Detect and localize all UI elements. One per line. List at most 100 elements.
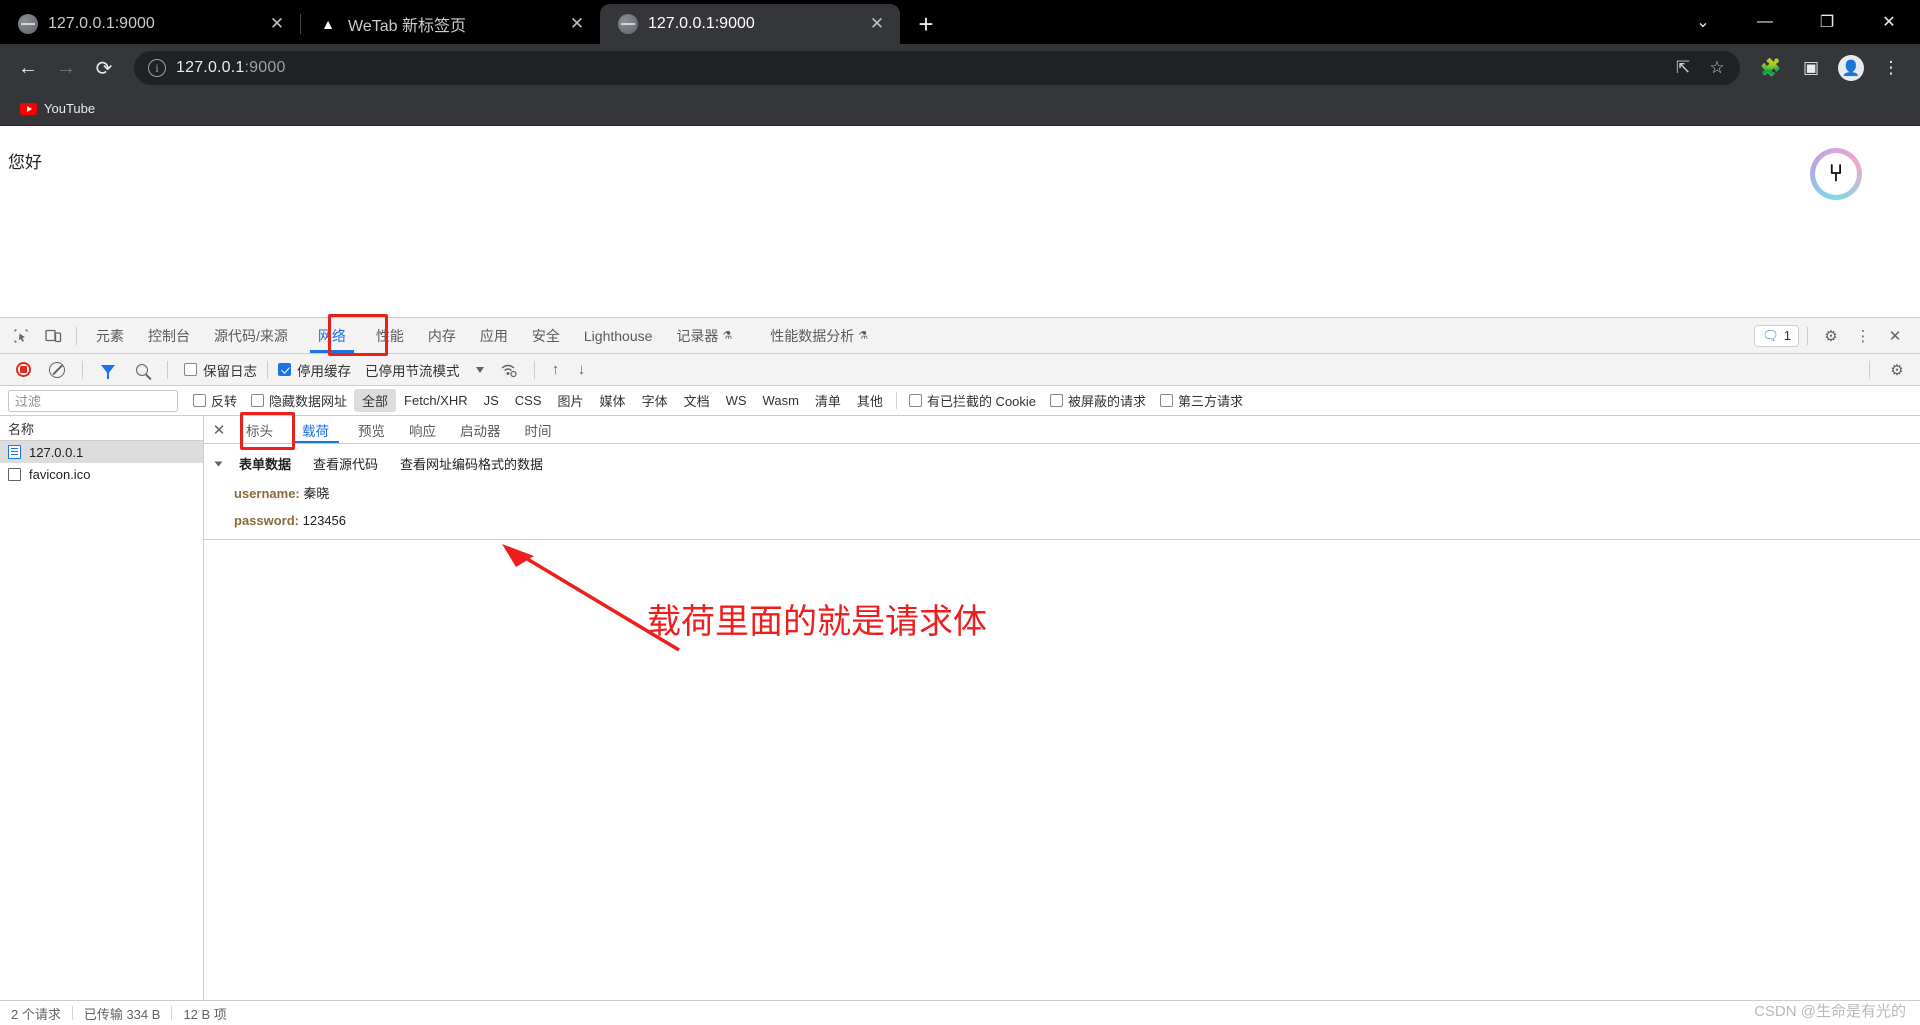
invert-checkbox[interactable]: 反转	[186, 391, 244, 410]
floating-widget-button[interactable]: ⑂	[1810, 148, 1862, 200]
detail-tab-timing[interactable]: 时间	[513, 416, 564, 443]
close-detail-icon[interactable]: ✕	[204, 416, 234, 443]
bookmark-star-icon[interactable]: ☆	[1702, 53, 1732, 83]
filter-button[interactable]	[93, 355, 123, 385]
detail-tab-preview[interactable]: 预览	[346, 416, 397, 443]
field-key: username:	[234, 486, 300, 501]
throttling-dropdown[interactable]: 已停用节流模式	[365, 360, 484, 380]
device-toolbar-icon[interactable]	[38, 321, 68, 351]
devtools-message-badge[interactable]: 🗨 1	[1754, 324, 1799, 347]
devtools-tab-lighthouse[interactable]: Lighthouse	[573, 319, 664, 353]
filter-type-other[interactable]: 其他	[849, 389, 891, 412]
close-devtools-icon[interactable]: ✕	[1880, 321, 1910, 351]
profile-avatar[interactable]: 👤	[1832, 49, 1870, 87]
filter-type-img[interactable]: 图片	[550, 389, 592, 412]
forward-icon[interactable]: →	[48, 50, 84, 86]
more-options-icon[interactable]: ⋮	[1848, 321, 1878, 351]
close-window-icon[interactable]: ✕	[1858, 0, 1920, 44]
tab-close-icon[interactable]: ✕	[266, 13, 288, 35]
hide-data-urls-checkbox[interactable]: 隐藏数据网址	[244, 391, 354, 410]
devtools-tab-elements[interactable]: 元素	[85, 319, 135, 353]
devtools-tab-recorder[interactable]: 记录器 ⚗	[665, 319, 743, 353]
share-icon[interactable]: ⇱	[1668, 53, 1698, 83]
view-source-link[interactable]: 查看源代码	[313, 454, 378, 473]
browser-tab-1[interactable]: 127.0.0.1:9000 ✕	[0, 4, 300, 44]
filter-type-css[interactable]: CSS	[507, 391, 550, 410]
filter-type-wasm[interactable]: Wasm	[755, 391, 807, 410]
minimize-icon[interactable]: —	[1734, 0, 1796, 44]
tab-close-icon[interactable]: ✕	[866, 13, 888, 35]
tab-title: 127.0.0.1:9000	[648, 15, 755, 32]
maximize-icon[interactable]: ❐	[1796, 0, 1858, 44]
export-har-icon[interactable]: ↓	[571, 361, 593, 378]
inspect-element-icon[interactable]	[6, 321, 36, 351]
filter-type-doc[interactable]: 文档	[676, 389, 718, 412]
view-url-encoded-link[interactable]: 查看网址编码格式的数据	[400, 454, 543, 473]
devtools-tab-performance[interactable]: 性能	[365, 319, 415, 353]
preserve-log-checkbox[interactable]: 保留日志	[178, 360, 257, 380]
reload-icon[interactable]: ⟳	[86, 50, 122, 86]
checkbox-box	[184, 363, 197, 376]
detail-tab-payload[interactable]: 载荷	[290, 416, 341, 443]
blocked-cookies-checkbox[interactable]: 有已拦截的 Cookie	[902, 391, 1043, 410]
devtools-tab-network[interactable]: 网络	[307, 319, 357, 353]
blocked-cookies-label: 有已拦截的 Cookie	[926, 394, 1037, 409]
request-detail-tabs: ✕ 标头 载荷 预览 响应 启动器 时间	[204, 412, 1920, 450]
request-list-header: 名称	[0, 416, 203, 441]
disable-cache-checkbox[interactable]: 停用缓存	[278, 360, 351, 380]
form-data-section-header: 表单数据 查看源代码 查看网址编码格式的数据	[204, 454, 1920, 473]
tab-strip: 127.0.0.1:9000 ✕ ▲ WeTab 新标签页 ✕ 127.0.0.…	[0, 0, 1920, 44]
request-count: 2 个请求	[11, 1006, 61, 1022]
filter-type-font[interactable]: 字体	[634, 389, 676, 412]
filter-type-ws[interactable]: WS	[718, 391, 755, 410]
filter-type-all[interactable]: 全部	[354, 389, 397, 412]
browser-tab-2[interactable]: ▲ WeTab 新标签页 ✕	[300, 4, 600, 44]
network-conditions-icon[interactable]	[494, 355, 524, 385]
third-party-checkbox[interactable]: 第三方请求	[1153, 391, 1250, 410]
table-row[interactable]: favicon.ico	[0, 463, 203, 485]
devtools-tab-performance-insights[interactable]: 性能数据分析 ⚗	[759, 319, 879, 353]
devtools-tab-application[interactable]: 应用	[469, 319, 519, 353]
address-bar-text: 127.0.0.1:9000	[176, 59, 286, 76]
request-list-empty-space	[0, 485, 203, 1000]
devtools-tab-security[interactable]: 安全	[521, 319, 571, 353]
detail-tab-initiator[interactable]: 启动器	[448, 416, 513, 443]
back-icon[interactable]: ←	[10, 50, 46, 86]
devtools-tab-console[interactable]: 控制台	[137, 319, 201, 353]
filter-type-media[interactable]: 媒体	[592, 389, 634, 412]
tab-close-icon[interactable]: ✕	[566, 13, 588, 35]
devtools-tab-memory[interactable]: 内存	[417, 319, 467, 353]
detail-tab-headers[interactable]: 标头	[234, 416, 285, 443]
detail-tab-response[interactable]: 响应	[397, 416, 448, 443]
new-tab-button[interactable]: +	[906, 4, 946, 44]
table-row[interactable]: 127.0.0.1	[0, 441, 203, 463]
filter-type-fetchxhr[interactable]: Fetch/XHR	[396, 391, 476, 410]
tab-search-icon[interactable]: ⌄	[1672, 0, 1734, 44]
record-button[interactable]	[8, 355, 38, 385]
import-har-icon[interactable]: ↑	[545, 361, 567, 378]
payload-field-username: username: 秦晓	[204, 483, 1920, 502]
bookmark-item-youtube[interactable]: YouTube	[12, 97, 103, 120]
extensions-icon[interactable]: 🧩	[1752, 49, 1790, 87]
devtools-tab-sources[interactable]: 源代码/来源	[203, 319, 299, 353]
clear-button[interactable]	[42, 355, 72, 385]
beta-flask-icon: ⚗	[722, 330, 733, 342]
browser-tab-3[interactable]: 127.0.0.1:9000 ✕	[600, 4, 900, 44]
blocked-requests-checkbox[interactable]: 被屏蔽的请求	[1043, 391, 1153, 410]
network-settings-gear-icon[interactable]: ⚙	[1882, 355, 1912, 385]
browser-window: 127.0.0.1:9000 ✕ ▲ WeTab 新标签页 ✕ 127.0.0.…	[0, 0, 1920, 1025]
request-detail-pane: ✕ 标头 载荷 预览 响应 启动器 时间 表单数据 查看源代码 查看网址编码格式…	[204, 412, 1920, 1000]
filter-input[interactable]: 过滤	[8, 389, 178, 412]
search-button[interactable]	[127, 355, 157, 385]
site-info-icon[interactable]: i	[148, 59, 166, 77]
side-panel-icon[interactable]: ▣	[1792, 49, 1830, 87]
checkbox-box	[278, 363, 291, 376]
gear-icon[interactable]: ⚙	[1816, 321, 1846, 351]
browser-menu-icon[interactable]: ⋮	[1872, 49, 1910, 87]
filter-type-manifest[interactable]: 清单	[807, 389, 849, 412]
expand-triangle-icon[interactable]	[214, 461, 223, 466]
devtools-panel: 元素 控制台 源代码/来源 网络 性能 内存 应用 安全 Lighthouse …	[0, 314, 1920, 1025]
address-bar[interactable]: i 127.0.0.1:9000 ⇱ ☆	[134, 51, 1740, 85]
divider	[533, 360, 535, 379]
filter-type-js[interactable]: JS	[476, 391, 507, 410]
